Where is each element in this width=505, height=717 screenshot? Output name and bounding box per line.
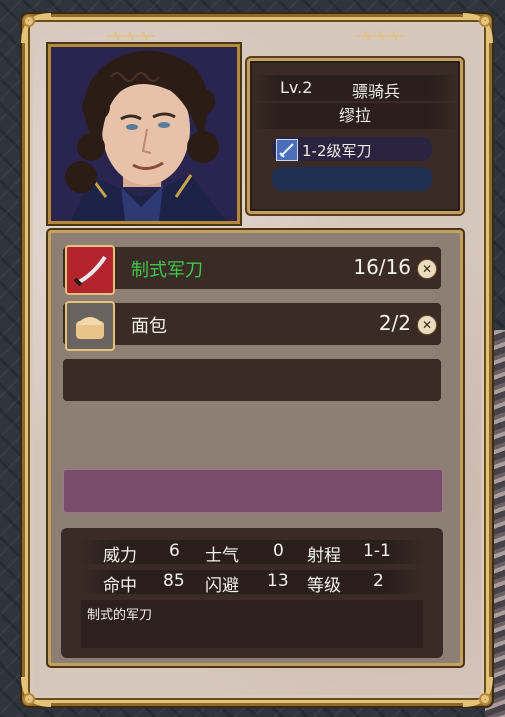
bread-icon: [65, 301, 115, 351]
corner-ornament-tr: [459, 11, 495, 47]
stat-label-evade: 闪避: [205, 576, 239, 596]
stat-label-power: 威力: [103, 546, 137, 566]
item-name: 面包: [131, 316, 167, 337]
item-stats-box: 威力 6 士气 0 射程 1-1 命中 85 闪避 13 等级 2 制式的军刀: [61, 528, 443, 658]
equipped-weapon-label: 1-2级军刀: [302, 142, 372, 160]
discard-icon[interactable]: ✕: [417, 259, 437, 279]
stat-value-grade: 2: [373, 571, 384, 591]
corner-ornament-bl: [19, 673, 55, 709]
inventory-panel: 制式军刀 16/16 ✕ 面包 2/2 ✕ 威力 6 士气 0 射程 1-1 命…: [48, 230, 463, 666]
unit-name: 缪拉: [250, 103, 460, 129]
corner-ornament-br: [459, 673, 495, 709]
unit-portrait[interactable]: [48, 44, 240, 224]
ornament-top-right: [355, 26, 405, 41]
item-name: 制式军刀: [131, 260, 203, 281]
stat-value-range: 1-1: [363, 541, 391, 561]
discard-icon[interactable]: ✕: [417, 315, 437, 335]
stat-label-hit: 命中: [103, 576, 137, 596]
sword-icon: [276, 139, 298, 161]
empty-item-slot[interactable]: [63, 359, 441, 401]
stat-label-morale: 士气: [205, 546, 239, 566]
stat-value-power: 6: [169, 541, 180, 561]
item-description: 制式的军刀: [87, 608, 153, 623]
stat-value-morale: 0: [273, 541, 284, 561]
corner-ornament-tl: [19, 11, 55, 47]
stat-label-grade: 等级: [307, 576, 341, 596]
saber-icon: [65, 245, 115, 295]
highlight-bar: [63, 469, 443, 513]
stat-value-evade: 13: [267, 571, 289, 591]
unit-level: Lv.2: [280, 78, 313, 97]
unit-info-box: Lv.2 骠骑兵 缪拉 1-2级军刀: [247, 58, 463, 214]
item-count: 2/2: [378, 311, 411, 335]
equipped-weapon[interactable]: 1-2级军刀: [272, 137, 432, 161]
item-row-saber[interactable]: 制式军刀 16/16 ✕: [63, 245, 441, 295]
empty-equipment-slot[interactable]: [272, 167, 432, 191]
item-count: 16/16: [353, 255, 411, 279]
item-row-bread[interactable]: 面包 2/2 ✕: [63, 301, 441, 351]
stat-value-hit: 85: [163, 571, 185, 591]
stat-label-range: 射程: [307, 546, 341, 566]
ornament-top-left: [105, 26, 155, 41]
level-class-row: Lv.2 骠骑兵: [250, 75, 460, 101]
stats-row-2: 命中 85 闪避 13 等级 2: [81, 570, 423, 596]
stats-row-1: 威力 6 士气 0 射程 1-1: [81, 540, 423, 566]
unit-class: 骠骑兵: [352, 82, 401, 101]
